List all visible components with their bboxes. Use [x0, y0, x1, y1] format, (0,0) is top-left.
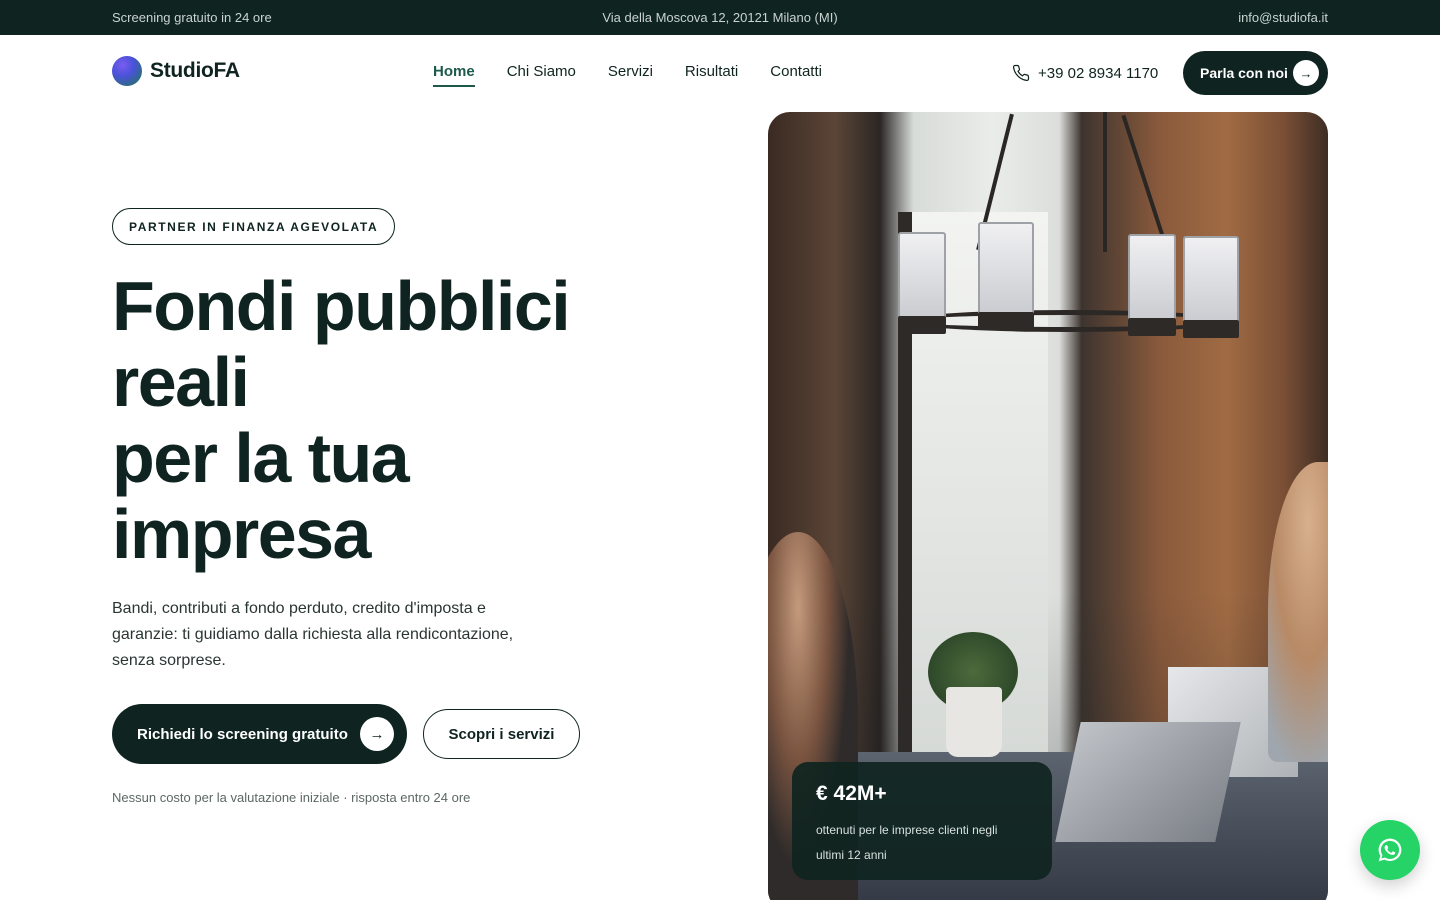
screening-button-label: Richiedi lo screening gratuito: [137, 725, 348, 743]
scopri-servizi-button[interactable]: Scopri i servizi: [423, 709, 580, 759]
photo-rod: [1103, 112, 1107, 252]
stat-value: € 42M+: [816, 782, 887, 805]
whatsapp-icon: [1378, 838, 1402, 862]
nav-item-home[interactable]: Home: [433, 63, 475, 87]
headline-line-3: per la tua: [112, 419, 410, 497]
whatsapp-button[interactable]: [1360, 820, 1420, 880]
main-nav: Home Chi Siamo Servizi Risultati Contatt…: [433, 63, 822, 87]
headline-line-1: Fondi pubblici: [112, 267, 571, 345]
photo-rod: [1121, 114, 1169, 250]
screening-button[interactable]: Richiedi lo screening gratuito →: [112, 704, 407, 764]
top-bar: Screening gratuito in 24 ore Via della M…: [0, 0, 1440, 35]
logo-mark-icon: [112, 56, 142, 86]
phone-number: +39 02 8934 1170: [1038, 64, 1159, 82]
headline-line-2: reali: [112, 343, 250, 421]
parla-con-noi-label: Parla con noi: [1200, 65, 1288, 81]
parla-con-noi-button[interactable]: Parla con noi →: [1183, 51, 1328, 95]
site-header: StudioFA Home Chi Siamo Servizi Risultat…: [0, 35, 1440, 111]
nav-item-risultati[interactable]: Risultati: [685, 63, 738, 87]
headline-line-4: impresa: [112, 495, 371, 573]
photo-pot: [946, 687, 1002, 757]
stat-description: ottenuti per le imprese clienti negli ul…: [816, 823, 998, 862]
hero-headline: Fondi pubblici reali per la tua impresa: [112, 268, 672, 572]
nav-item-chi-siamo[interactable]: Chi Siamo: [507, 63, 576, 87]
nav-item-servizi[interactable]: Servizi: [608, 63, 653, 87]
phone-link[interactable]: +39 02 8934 1170: [1012, 64, 1158, 82]
topbar-email-link[interactable]: info@studiofa.it: [1238, 10, 1328, 25]
stat-card: € 42M+ ottenuti per le imprese clienti n…: [792, 762, 1052, 880]
photo-lamp: [898, 232, 946, 334]
photo-lamp: [1128, 234, 1176, 336]
topbar-address: Via della Moscova 12, 20121 Milano (MI): [602, 10, 838, 25]
photo-lamp: [1183, 236, 1239, 338]
arrow-right-icon: →: [1293, 60, 1319, 86]
hero-note: Nessun costo per la valutazione iniziale…: [112, 790, 471, 805]
hero-lead-text: Bandi, contributi a fondo perduto, credi…: [112, 600, 514, 669]
photo-person: [1268, 462, 1328, 762]
logo-text: StudioFA: [150, 59, 240, 82]
phone-icon: [1012, 64, 1030, 82]
hero-badge: PARTNER IN FINANZA AGEVOLATA: [112, 208, 396, 245]
nav-item-contatti[interactable]: Contatti: [770, 63, 822, 87]
logo[interactable]: StudioFA: [112, 56, 240, 86]
photo-lamp: [978, 222, 1034, 330]
hero-meeting-photo: € 42M+ ottenuti per le imprese clienti n…: [768, 112, 1328, 900]
photo-laptop: [1055, 722, 1241, 842]
arrow-right-icon: →: [360, 717, 394, 751]
